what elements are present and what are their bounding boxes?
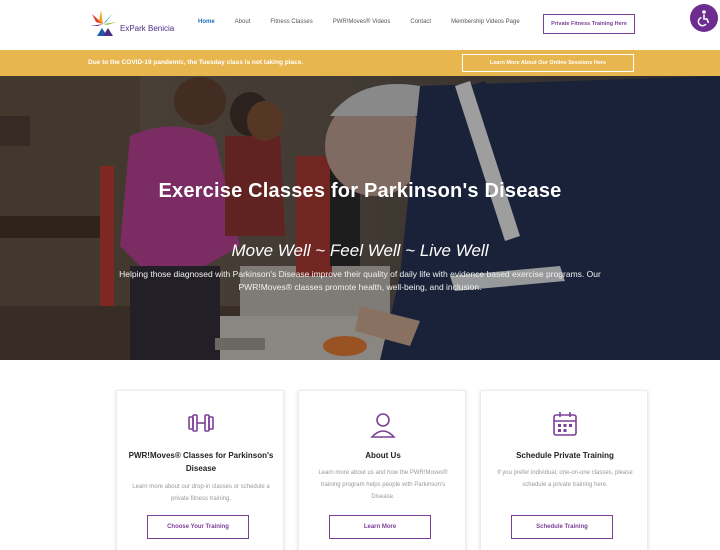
feature-cards-section: PWR!Moves® Classes for Parkinson's Disea…: [0, 360, 720, 550]
card-classes-description: Learn more about our drop-in classes or …: [132, 484, 270, 502]
card-private-title: Schedule Private Training: [516, 451, 614, 460]
logo-text: ExPark Benicia: [120, 23, 175, 33]
accessibility-icon[interactable]: [690, 4, 718, 32]
covid-notice-banner: Due to the COVID-19 pandemic, the Tuesda…: [0, 50, 720, 76]
private-training-button[interactable]: Private Fitness Training Here: [543, 14, 635, 34]
nav-fitness-classes[interactable]: Fitness Classes: [270, 19, 312, 25]
nav-home[interactable]: Home: [198, 19, 215, 25]
card-private-training: Schedule Private Training If you prefer …: [480, 390, 648, 550]
card-about-title: About Us: [365, 451, 401, 460]
card-about: About Us Learn more about us and how the…: [298, 390, 466, 550]
card-classes: PWR!Moves® Classes for Parkinson's Disea…: [116, 390, 284, 550]
card-classes-title: PWR!Moves® Classes for Parkinson's Disea…: [128, 451, 274, 473]
banner-text: Due to the COVID-19 pandemic, the Tuesda…: [88, 59, 304, 66]
choose-training-button[interactable]: Choose Your Training: [147, 515, 249, 539]
calendar-icon: [481, 411, 649, 439]
hero-overlay: [0, 76, 720, 360]
nav-about[interactable]: About: [235, 19, 251, 25]
nav-membership-videos[interactable]: Membership Videos Page: [451, 19, 520, 25]
logo-mark-icon: [88, 8, 118, 38]
page: ExPark Benicia Home About Fitness Classe…: [0, 0, 720, 550]
hero-tagline: Move Well ~ Feel Well ~ Live Well: [231, 241, 489, 260]
user-icon: [299, 411, 467, 439]
hero-description: Helping those diagnosed with Parkinson's…: [119, 269, 601, 292]
card-about-description: Learn more about us and how the PWR!Move…: [318, 470, 448, 500]
schedule-training-button[interactable]: Schedule Training: [511, 515, 613, 539]
main-nav: Home About Fitness Classes PWR!Moves® Vi…: [198, 19, 540, 25]
online-sessions-button[interactable]: Learn More About Our Online Sessions Her…: [462, 54, 634, 72]
nav-contact[interactable]: Contact: [410, 19, 431, 25]
learn-more-button[interactable]: Learn More: [329, 515, 431, 539]
hero-section: Exercise Classes for Parkinson's Disease…: [0, 76, 720, 360]
card-private-description: If you prefer individual, one-on-one cla…: [497, 470, 633, 488]
site-header: ExPark Benicia Home About Fitness Classe…: [0, 0, 720, 50]
nav-pwr-moves-videos[interactable]: PWR!Moves® Videos: [333, 19, 391, 25]
dumbbell-icon: [117, 411, 285, 439]
hero-title: Exercise Classes for Parkinson's Disease: [158, 180, 562, 202]
site-logo[interactable]: ExPark Benicia: [88, 8, 174, 38]
